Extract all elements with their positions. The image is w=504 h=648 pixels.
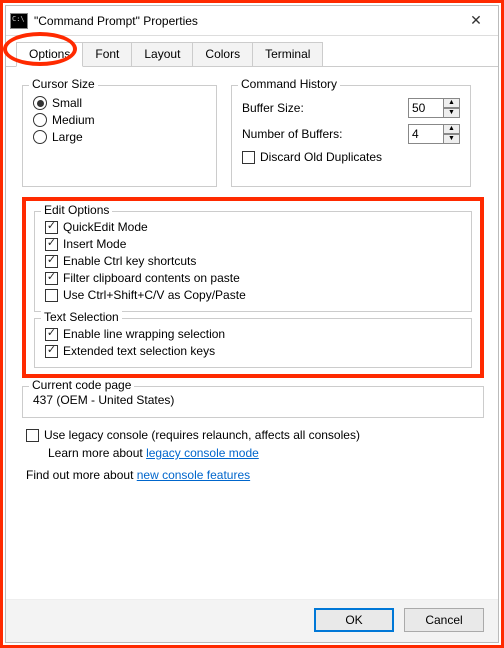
checkbox-icon: [26, 429, 39, 442]
checkbox-icon: [45, 238, 58, 251]
radio-medium[interactable]: Medium: [33, 113, 206, 127]
tab-options[interactable]: Options: [16, 42, 83, 67]
radio-icon: [33, 113, 47, 127]
edit-options-title: Edit Options: [41, 203, 112, 217]
radio-label: Medium: [52, 113, 95, 127]
quickedit-checkbox[interactable]: QuickEdit Mode: [45, 220, 461, 234]
buffer-size-label: Buffer Size:: [242, 101, 304, 115]
ok-button[interactable]: OK: [314, 608, 394, 632]
buffer-size-input[interactable]: [408, 98, 444, 118]
radio-icon: [33, 130, 47, 144]
codepage-group: Current code page 437 (OEM - United Stat…: [22, 386, 484, 418]
command-history-title: Command History: [238, 77, 340, 91]
text-selection-group: Text Selection Enable line wrapping sele…: [34, 318, 472, 368]
radio-label: Small: [52, 96, 82, 110]
ctrlshift-copypaste-checkbox[interactable]: Use Ctrl+Shift+C/V as Copy/Paste: [45, 288, 461, 302]
tab-colors[interactable]: Colors: [192, 42, 253, 66]
spinner-up-icon[interactable]: ▲: [444, 124, 460, 134]
extended-keys-checkbox[interactable]: Extended text selection keys: [45, 344, 461, 358]
insert-mode-checkbox[interactable]: Insert Mode: [45, 237, 461, 251]
dialog-button-row: OK Cancel: [6, 599, 498, 642]
checkbox-icon: [45, 345, 58, 358]
learn-more-row: Learn more about legacy console mode: [48, 446, 484, 460]
tab-font[interactable]: Font: [82, 42, 132, 66]
line-wrapping-checkbox[interactable]: Enable line wrapping selection: [45, 327, 461, 341]
window-title: "Command Prompt" Properties: [34, 14, 458, 28]
spinner-down-icon[interactable]: ▼: [444, 134, 460, 144]
checkbox-icon: [45, 221, 58, 234]
checkbox-label: Filter clipboard contents on paste: [63, 271, 240, 285]
spinner-down-icon[interactable]: ▼: [444, 108, 460, 118]
num-buffers-spinner[interactable]: ▲ ▼: [408, 124, 460, 144]
checkbox-icon: [242, 151, 255, 164]
checkbox-icon: [45, 289, 58, 302]
checkbox-icon: [45, 272, 58, 285]
cursor-size-group: Cursor Size Small Medium Large: [22, 85, 217, 187]
new-console-features-link[interactable]: new console features: [137, 468, 250, 482]
checkbox-label: Insert Mode: [63, 237, 126, 251]
checkbox-label: Use legacy console (requires relaunch, a…: [44, 428, 360, 442]
checkbox-label: Extended text selection keys: [63, 344, 215, 358]
checkbox-label: Use Ctrl+Shift+C/V as Copy/Paste: [63, 288, 246, 302]
legacy-console-checkbox[interactable]: Use legacy console (requires relaunch, a…: [26, 428, 484, 442]
cursor-size-title: Cursor Size: [29, 77, 98, 91]
spinner-up-icon[interactable]: ▲: [444, 98, 460, 108]
edit-options-group: Edit Options QuickEdit Mode Insert Mode …: [34, 211, 472, 312]
num-buffers-label: Number of Buffers:: [242, 127, 343, 141]
find-out-row: Find out more about new console features: [26, 468, 484, 482]
buffer-size-spinner[interactable]: ▲ ▼: [408, 98, 460, 118]
tab-terminal[interactable]: Terminal: [252, 42, 323, 66]
radio-label: Large: [52, 130, 83, 144]
checkbox-label: QuickEdit Mode: [63, 220, 148, 234]
close-icon[interactable]: ✕: [458, 8, 494, 34]
checkbox-icon: [45, 328, 58, 341]
checkbox-label: Enable Ctrl key shortcuts: [63, 254, 196, 268]
titlebar: "Command Prompt" Properties ✕: [6, 6, 498, 36]
radio-icon: [33, 96, 47, 110]
checkbox-label: Discard Old Duplicates: [260, 150, 382, 164]
tab-layout[interactable]: Layout: [131, 42, 193, 66]
codepage-title: Current code page: [29, 378, 134, 392]
findout-prefix: Find out more about: [26, 468, 137, 482]
tab-strip: Options Font Layout Colors Terminal: [6, 36, 498, 67]
cmd-icon: [10, 13, 28, 29]
legacy-console-link[interactable]: legacy console mode: [146, 446, 259, 460]
radio-small[interactable]: Small: [33, 96, 206, 110]
checkbox-label: Enable line wrapping selection: [63, 327, 225, 341]
cancel-button[interactable]: Cancel: [404, 608, 484, 632]
text-selection-title: Text Selection: [41, 310, 122, 324]
annotation-highlight: Edit Options QuickEdit Mode Insert Mode …: [22, 197, 484, 378]
radio-large[interactable]: Large: [33, 130, 206, 144]
checkbox-icon: [45, 255, 58, 268]
discard-duplicates-checkbox[interactable]: Discard Old Duplicates: [242, 150, 460, 164]
num-buffers-input[interactable]: [408, 124, 444, 144]
ctrl-shortcuts-checkbox[interactable]: Enable Ctrl key shortcuts: [45, 254, 461, 268]
command-history-group: Command History Buffer Size: ▲ ▼ Number: [231, 85, 471, 187]
filter-clipboard-checkbox[interactable]: Filter clipboard contents on paste: [45, 271, 461, 285]
codepage-value: 437 (OEM - United States): [33, 393, 473, 407]
learn-prefix: Learn more about: [48, 446, 146, 460]
